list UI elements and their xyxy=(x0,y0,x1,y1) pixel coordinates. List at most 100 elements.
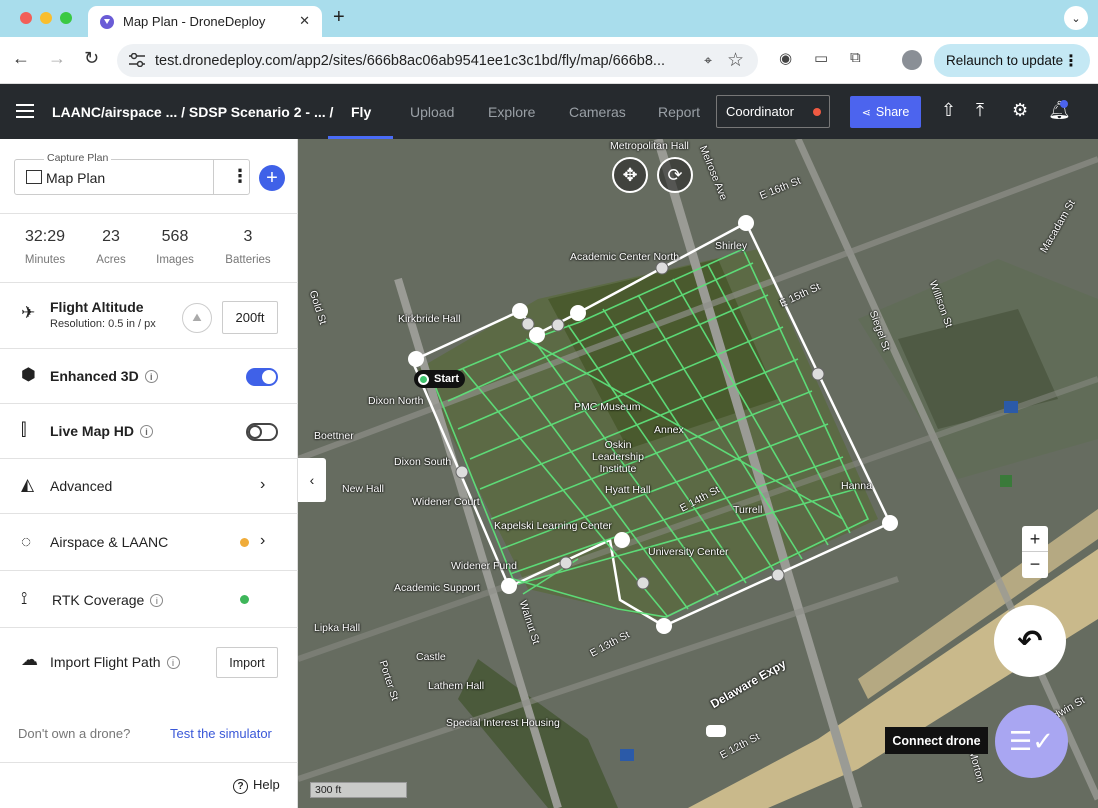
info-icon[interactable]: i xyxy=(166,656,180,669)
map-label: PMC Museum xyxy=(574,401,641,413)
enhanced-3d-toggle[interactable] xyxy=(246,368,278,386)
app-header: LAANC/airspace ... / SDSP Scenario 2 - .… xyxy=(0,84,1098,139)
flight-plan-panel: Capture Plan Map Plan ⋮ + 32:29 Minutes 2… xyxy=(0,139,298,808)
map-icon xyxy=(26,170,42,184)
extensions-puzzle-icon[interactable]: ⧉ xyxy=(850,49,861,66)
cast-icon[interactable]: ▭ xyxy=(814,49,828,67)
plan-stats: 32:29 Minutes 23 Acres 568 Images 3 Batterie… xyxy=(0,213,298,282)
stat-label: Minutes xyxy=(24,254,66,266)
back-arrow-icon[interactable]: ← xyxy=(12,48,30,69)
cloud-upload-icon: ☁ xyxy=(21,650,38,669)
rocket-icon[interactable]: ⇧ xyxy=(941,100,956,121)
toggle-knob xyxy=(248,425,262,439)
zoom-controls: + − xyxy=(1022,526,1048,578)
settings-gear-icon[interactable]: ⚙ xyxy=(1012,100,1028,121)
relaunch-button[interactable]: Relaunch to update ⋮ xyxy=(934,44,1090,77)
map-view[interactable]: Metropolitan Hall Melrose Ave E 16th St … xyxy=(298,139,1098,808)
stat-value: 3 xyxy=(243,228,253,245)
import-button[interactable]: Import xyxy=(216,647,278,678)
bookmark-star-icon[interactable]: ☆ xyxy=(727,49,744,72)
share-button[interactable]: ⋖ Share xyxy=(850,96,921,128)
close-window-button[interactable] xyxy=(20,12,32,24)
zoom-out-button[interactable]: − xyxy=(1022,552,1048,578)
address-bar[interactable]: test.dronedeploy.com/app2/sites/666b8ac0… xyxy=(117,44,758,77)
map-label: Hyatt Hall xyxy=(605,484,651,496)
no-drone-text: Don't own a drone? xyxy=(18,726,131,741)
map-label: Boettner xyxy=(314,430,354,442)
tab-report[interactable]: Report xyxy=(658,104,700,120)
connect-drone-button[interactable]: ☰✓ xyxy=(995,705,1068,778)
zoom-in-button[interactable]: + xyxy=(1022,526,1048,552)
coordinator-button[interactable]: Coordinator xyxy=(716,95,830,128)
stat-images: 568 Images xyxy=(140,214,210,266)
forward-arrow-icon[interactable]: → xyxy=(48,48,66,69)
airspace-icon: ◌ xyxy=(21,532,32,551)
rtk-antenna-icon: ⟟ xyxy=(21,589,28,608)
map-label: Academic Support xyxy=(394,582,480,594)
info-icon[interactable]: i xyxy=(144,370,158,383)
extension-icon[interactable]: ◉ xyxy=(779,49,792,67)
live-map-label: Live Map HD xyxy=(50,423,135,439)
rtk-text: RTK Coverage i xyxy=(52,592,164,608)
stat-batteries: 3 Batteries xyxy=(213,214,283,266)
test-simulator-link[interactable]: Test the simulator xyxy=(170,726,272,741)
tab-cameras[interactable]: Cameras xyxy=(569,104,626,120)
rotate-plan-icon[interactable]: ⟳ xyxy=(657,157,693,193)
close-tab-icon[interactable]: ✕ xyxy=(299,13,310,29)
map-label: Kapelski Learning Center xyxy=(494,520,612,532)
start-marker[interactable]: Start xyxy=(414,370,466,388)
undo-icon: ↶ xyxy=(1017,624,1043,658)
add-plan-button[interactable]: + xyxy=(259,165,285,191)
browser-tab[interactable]: Map Plan - DroneDeploy ✕ xyxy=(88,6,322,37)
terrain-follow-icon[interactable]: ⛰ xyxy=(182,303,212,333)
map-label: Metropolitan Hall xyxy=(610,140,689,152)
airspace-row[interactable]: ◌ Airspace & LAANC › xyxy=(0,513,298,570)
location-pin-icon[interactable]: ⌖ xyxy=(704,52,712,69)
site-settings-icon[interactable] xyxy=(129,53,145,67)
live-map-toggle[interactable] xyxy=(246,423,278,441)
reload-icon[interactable]: ↻ xyxy=(84,48,99,69)
cube-icon: ⬢ xyxy=(21,365,36,384)
hamburger-menu-icon[interactable] xyxy=(16,104,34,118)
undo-button[interactable]: ↶ xyxy=(994,605,1066,677)
start-dot xyxy=(418,373,429,385)
collapse-panel-button[interactable]: ‹ xyxy=(298,458,326,502)
advanced-row[interactable]: ◭ Advanced › xyxy=(0,458,298,513)
profile-avatar[interactable] xyxy=(902,50,922,70)
stat-value: 568 xyxy=(161,228,189,245)
altitude-input[interactable]: 200ft xyxy=(222,301,278,334)
stat-acres: 23 Acres xyxy=(76,214,146,266)
breadcrumb[interactable]: LAANC/airspace ... / SDSP Scenario 2 - .… xyxy=(52,104,333,120)
move-plan-icon[interactable]: ✥ xyxy=(612,157,648,193)
advanced-label: Advanced xyxy=(50,478,113,494)
start-label: Start xyxy=(434,373,460,385)
map-label: Widener Court xyxy=(412,496,480,508)
plan-options-kebab-icon[interactable]: ⋮ xyxy=(231,166,249,187)
coordinator-label: Coordinator xyxy=(726,104,794,119)
tab-upload[interactable]: Upload xyxy=(410,104,454,120)
live-map-row: ⫿ Live Map HD i xyxy=(0,403,298,458)
tab-search-chevron-icon[interactable]: ⌄ xyxy=(1064,6,1088,30)
map-label: Kirkbride Hall xyxy=(398,313,461,325)
info-icon[interactable]: i xyxy=(140,425,154,438)
toggle-knob xyxy=(262,370,276,384)
live-map-text: Live Map HD i xyxy=(50,423,154,439)
tab-fly[interactable]: Fly xyxy=(351,104,371,120)
enhanced-3d-row: ⬢ Enhanced 3D i xyxy=(0,348,298,403)
map-label: Dixon North xyxy=(368,395,424,407)
new-tab-button[interactable]: + xyxy=(333,6,345,29)
chevron-right-icon: › xyxy=(260,532,266,549)
maximize-window-button[interactable] xyxy=(60,12,72,24)
relaunch-label: Relaunch to update xyxy=(946,53,1064,68)
map-label: Hanna xyxy=(841,480,872,492)
flight-altitude-row: ✈ Flight Altitude Resolution: 0.5 in / p… xyxy=(0,282,298,348)
tab-explore[interactable]: Explore xyxy=(488,104,535,120)
browser-menu-icon[interactable]: ⋮ xyxy=(1063,51,1079,71)
plane-takeoff-icon: ✈ xyxy=(21,303,36,322)
help-button[interactable]: ? Help xyxy=(233,777,280,794)
url-text: test.dronedeploy.com/app2/sites/666b8ac0… xyxy=(155,52,666,69)
checklist-icon: ☰✓ xyxy=(1008,726,1055,756)
info-icon[interactable]: i xyxy=(150,594,164,607)
minimize-window-button[interactable] xyxy=(40,12,52,24)
upload-icon[interactable]: ⤒ xyxy=(976,100,984,121)
